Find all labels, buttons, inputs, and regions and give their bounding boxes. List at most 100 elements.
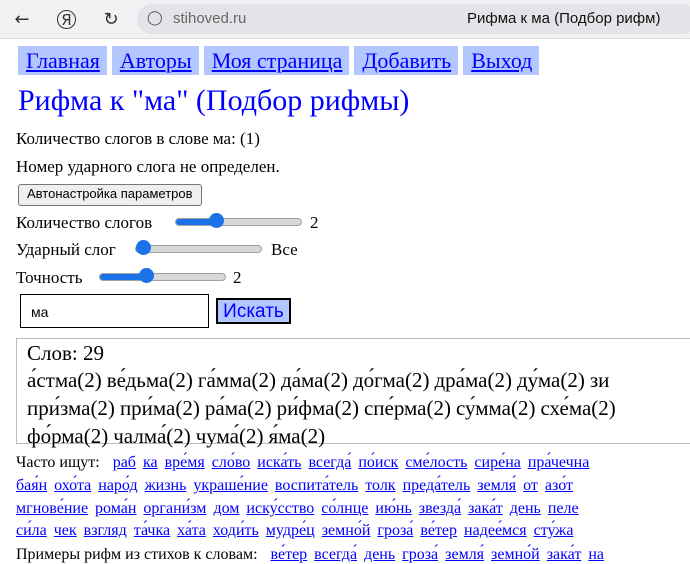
search-button[interactable]: Искать	[216, 298, 291, 324]
auto-settings-button[interactable]: Автонастройка параметров	[18, 184, 202, 206]
result-word: при́ма(2)	[119, 396, 200, 420]
example-link[interactable]: всегда́	[314, 546, 357, 563]
nav-link-authors[interactable]: Авторы	[111, 46, 199, 75]
result-word: спе́рма(2)	[363, 396, 451, 420]
popular-link[interactable]: дом	[213, 500, 239, 517]
result-word: зи	[589, 368, 610, 392]
popular-link[interactable]: преда́тель	[403, 477, 471, 494]
popular-link[interactable]: от	[523, 477, 538, 494]
popular-link[interactable]: взгляд	[84, 522, 127, 539]
example-link[interactable]: ве́тер	[271, 546, 308, 563]
result-word: чума́(2)	[195, 424, 264, 448]
popular-link[interactable]: иску́сство	[246, 500, 314, 517]
result-word: да́ма(2)	[281, 368, 348, 392]
example-link[interactable]: земно́й	[491, 546, 540, 563]
popular-link[interactable]: сире́на	[474, 454, 520, 471]
syllables-param-label: Количество слогов	[16, 213, 153, 232]
stress-slider[interactable]	[135, 240, 262, 255]
popular-link[interactable]: ка	[143, 454, 158, 471]
popular-link[interactable]: со́лнце	[321, 500, 368, 517]
popular-link[interactable]: жизнь	[145, 477, 187, 494]
popular-link[interactable]: гроза́	[377, 522, 413, 539]
result-word: ра́ма(2)	[204, 396, 272, 420]
popular-link[interactable]: вре́мя	[165, 454, 205, 471]
popular-link[interactable]: воспита́тель	[275, 477, 358, 494]
search-input[interactable]: ма	[20, 294, 209, 328]
syllable-count-info: Количество слогов в слове ма: (1)	[16, 129, 260, 148]
address-url[interactable]: stihoved.ru	[173, 10, 246, 27]
popular-link[interactable]: украше́ние	[193, 477, 268, 494]
popular-link[interactable]: сло́во	[212, 454, 251, 471]
popular-link[interactable]: си́ла	[16, 522, 47, 539]
results-box: Слов: 29 а́стма(2) ве́дьма(2) га́мма(2) да́…	[16, 338, 690, 448]
precision-param-value: 2	[233, 268, 242, 287]
popular-link[interactable]: наро́д	[98, 477, 137, 494]
example-link[interactable]: гроза́	[402, 546, 438, 563]
popular-link[interactable]: ха́та	[177, 522, 206, 539]
popular-link[interactable]: ходи́ть	[213, 522, 259, 539]
popular-link[interactable]: иска́ть	[257, 454, 301, 471]
result-word: до́гма(2)	[353, 368, 430, 392]
syllables-slider-thumb[interactable]	[209, 213, 224, 228]
popular-link[interactable]: бая́н	[16, 477, 47, 494]
precision-slider-thumb[interactable]	[139, 268, 154, 283]
popular-link[interactable]: день	[510, 500, 541, 517]
popular-row: си́ла чек взгляд та́чка ха́та ходи́ть мудре́ц з…	[16, 522, 580, 540]
nav-link-my-page[interactable]: Моя страница	[203, 46, 350, 75]
popular-link[interactable]: земно́й	[322, 522, 371, 539]
stress-slider-thumb[interactable]	[136, 240, 151, 255]
popular-link[interactable]: ве́тер	[420, 522, 457, 539]
popular-link[interactable]: пеле	[548, 500, 579, 517]
popular-link[interactable]: ию́нь	[375, 500, 411, 517]
result-word: я́ма(2)	[268, 424, 326, 448]
popular-link[interactable]: органи́зм	[143, 500, 206, 517]
popular-link[interactable]: чек	[54, 522, 77, 539]
nav-link-logout[interactable]: Выход	[463, 46, 540, 75]
result-word: ве́дьма(2)	[106, 368, 193, 392]
example-link[interactable]: зака́т	[547, 546, 582, 563]
popular-link[interactable]: сту́жа	[534, 522, 574, 539]
page-content: Главная Авторы Моя страница Добавить Вых…	[0, 38, 690, 564]
back-arrow-icon[interactable]: ←	[12, 9, 32, 30]
results-line: а́стма(2) ве́дьма(2) га́мма(2) да́ма(2) до́г…	[27, 366, 690, 394]
popular-row: Часто ищут: раб ка вре́мя сло́во иска́ть всег…	[16, 454, 596, 472]
shield-icon: ◯	[147, 10, 163, 26]
nav-link-add[interactable]: Добавить	[354, 46, 459, 75]
popular-link[interactable]: охо́та	[54, 477, 91, 494]
popular-link[interactable]: всегда́	[308, 454, 351, 471]
popular-link[interactable]: звезда́	[419, 500, 461, 517]
popular-link[interactable]: азо́т	[545, 477, 573, 494]
result-word: чалма́(2)	[113, 424, 191, 448]
popular-link[interactable]: рома́н	[95, 500, 136, 517]
browser-toolbar: ← Я ↻ ◯ stihoved.ru Рифма к ма (Подбор р…	[0, 0, 690, 39]
popular-link[interactable]: надее́мся	[464, 522, 527, 539]
popular-link[interactable]: мудре́ц	[266, 522, 315, 539]
syllables-param-value: 2	[310, 213, 319, 232]
example-link[interactable]: день	[364, 546, 395, 563]
popular-link[interactable]: пра́чечна	[528, 454, 589, 471]
stress-info: Номер ударного слога не определен.	[16, 157, 280, 176]
syllables-slider[interactable]	[175, 213, 302, 228]
precision-param-label: Точность	[16, 268, 83, 287]
nav-link-home[interactable]: Главная	[18, 46, 107, 75]
popular-link[interactable]: та́чка	[134, 522, 170, 539]
result-word: ду́ма(2)	[516, 368, 585, 392]
popular-link[interactable]: сме́лость	[405, 454, 467, 471]
popular-link[interactable]: толк	[365, 477, 395, 494]
reload-icon[interactable]: ↻	[101, 9, 121, 30]
example-link[interactable]: на	[588, 546, 604, 563]
result-word: га́мма(2)	[197, 368, 277, 392]
popular-link[interactable]: земля́	[477, 477, 516, 494]
popular-link[interactable]: раб	[113, 454, 136, 471]
results-words: а́стма(2) ве́дьма(2) га́мма(2) да́ма(2) до́г…	[27, 366, 690, 450]
popular-link[interactable]: мгнове́ние	[16, 500, 88, 517]
results-count: Слов: 29	[27, 341, 104, 365]
stress-param-label: Ударный слог	[16, 240, 116, 259]
precision-slider[interactable]	[99, 268, 226, 283]
address-bar[interactable]: ◯ stihoved.ru Рифма к ма (Подбор рифм)	[137, 4, 690, 34]
example-link[interactable]: земля́	[445, 546, 484, 563]
popular-link[interactable]: по́иск	[358, 454, 398, 471]
main-nav: Главная Авторы Моя страница Добавить Вых…	[18, 46, 544, 75]
popular-link[interactable]: зака́т	[468, 500, 503, 517]
yandex-logo-icon[interactable]: Я	[57, 10, 76, 29]
